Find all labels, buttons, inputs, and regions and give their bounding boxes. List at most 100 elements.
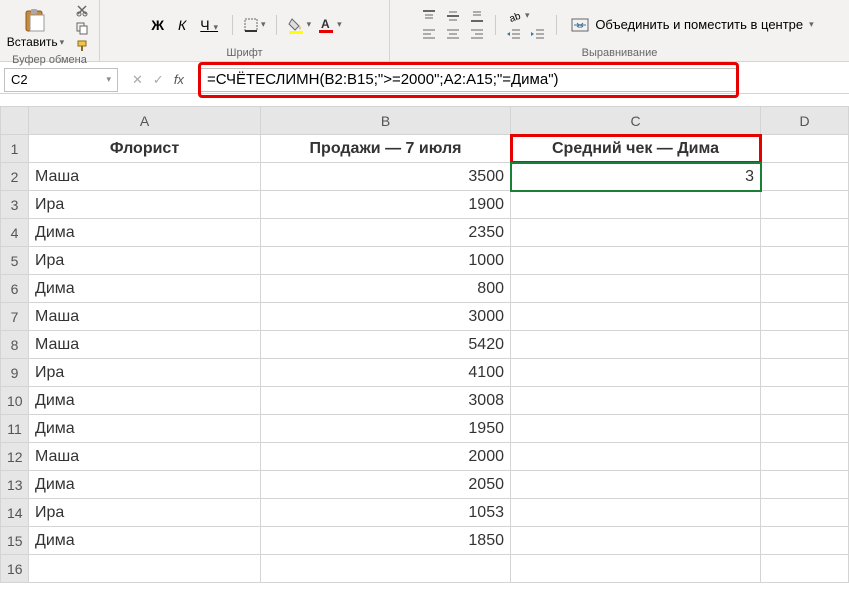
cell[interactable] bbox=[761, 219, 849, 247]
col-header-B[interactable]: B bbox=[261, 107, 511, 135]
cell[interactable]: Маша bbox=[29, 331, 261, 359]
cell[interactable] bbox=[761, 359, 849, 387]
indent-decrease-button[interactable] bbox=[504, 26, 524, 42]
row-header[interactable]: 7 bbox=[1, 303, 29, 331]
align-center-button[interactable] bbox=[443, 26, 463, 42]
cell[interactable] bbox=[511, 275, 761, 303]
cell[interactable] bbox=[511, 191, 761, 219]
grid[interactable]: A B C D 1ФлористПродажи — 7 июляСредний … bbox=[0, 106, 849, 583]
cell[interactable] bbox=[761, 387, 849, 415]
align-top-button[interactable] bbox=[419, 8, 439, 24]
cell[interactable] bbox=[29, 555, 261, 583]
indent-increase-button[interactable] bbox=[528, 26, 548, 42]
cell[interactable]: Дима bbox=[29, 471, 261, 499]
col-header-D[interactable]: D bbox=[761, 107, 849, 135]
cell[interactable] bbox=[761, 555, 849, 583]
cell[interactable]: 4100 bbox=[261, 359, 511, 387]
row-header[interactable]: 10 bbox=[1, 387, 29, 415]
cell[interactable] bbox=[511, 387, 761, 415]
cell[interactable]: 2350 bbox=[261, 219, 511, 247]
cell[interactable]: 1000 bbox=[261, 247, 511, 275]
accept-formula-button[interactable]: ✓ bbox=[153, 72, 164, 88]
cell[interactable] bbox=[511, 359, 761, 387]
cell[interactable] bbox=[761, 163, 849, 191]
cell[interactable] bbox=[511, 555, 761, 583]
row-header[interactable]: 3 bbox=[1, 191, 29, 219]
name-box[interactable]: C2 ▾ bbox=[4, 68, 118, 92]
cell[interactable]: Дима bbox=[29, 275, 261, 303]
cell[interactable]: Маша bbox=[29, 163, 261, 191]
cell[interactable] bbox=[511, 303, 761, 331]
cell[interactable]: Маша bbox=[29, 443, 261, 471]
row-header[interactable]: 2 bbox=[1, 163, 29, 191]
cell[interactable] bbox=[761, 191, 849, 219]
cell[interactable]: 2000 bbox=[261, 443, 511, 471]
cell[interactable]: Ира bbox=[29, 191, 261, 219]
cell[interactable]: Ира bbox=[29, 247, 261, 275]
cell[interactable]: Средний чек — Дима bbox=[511, 135, 761, 163]
merge-center-button[interactable]: a Объединить и поместить в центре ▾ bbox=[565, 17, 819, 33]
row-header[interactable]: 12 bbox=[1, 443, 29, 471]
align-left-button[interactable] bbox=[419, 26, 439, 42]
cell[interactable] bbox=[511, 499, 761, 527]
cell[interactable]: 2050 bbox=[261, 471, 511, 499]
cell[interactable]: 5420 bbox=[261, 331, 511, 359]
cell[interactable]: Дима bbox=[29, 219, 261, 247]
row-header[interactable]: 8 bbox=[1, 331, 29, 359]
cell[interactable]: 3008 bbox=[261, 387, 511, 415]
row-header[interactable]: 14 bbox=[1, 499, 29, 527]
cell[interactable] bbox=[511, 331, 761, 359]
cell[interactable] bbox=[761, 527, 849, 555]
paste-button[interactable]: Вставить ▾ bbox=[7, 7, 64, 49]
cell[interactable] bbox=[761, 471, 849, 499]
copy-button[interactable] bbox=[72, 20, 92, 36]
cell[interactable] bbox=[261, 555, 511, 583]
row-header[interactable]: 6 bbox=[1, 275, 29, 303]
cancel-formula-button[interactable]: ✕ bbox=[132, 72, 143, 88]
cell[interactable]: 800 bbox=[261, 275, 511, 303]
select-all-corner[interactable] bbox=[1, 107, 29, 135]
cell[interactable]: Маша bbox=[29, 303, 261, 331]
row-header[interactable]: 5 bbox=[1, 247, 29, 275]
cell[interactable]: Дима bbox=[29, 387, 261, 415]
cell[interactable]: Дима bbox=[29, 415, 261, 443]
cell[interactable] bbox=[511, 443, 761, 471]
cell[interactable] bbox=[761, 303, 849, 331]
cell[interactable] bbox=[511, 415, 761, 443]
cell[interactable] bbox=[761, 331, 849, 359]
col-header-C[interactable]: C bbox=[511, 107, 761, 135]
cut-button[interactable] bbox=[72, 2, 92, 18]
cell[interactable] bbox=[511, 471, 761, 499]
borders-button[interactable]: ▾ bbox=[243, 17, 266, 33]
cell[interactable] bbox=[511, 219, 761, 247]
format-painter-button[interactable] bbox=[72, 38, 92, 54]
align-right-button[interactable] bbox=[467, 26, 487, 42]
cell[interactable] bbox=[761, 275, 849, 303]
cell[interactable]: 3500 bbox=[261, 163, 511, 191]
row-header[interactable]: 16 bbox=[1, 555, 29, 583]
cell[interactable] bbox=[511, 527, 761, 555]
row-header[interactable]: 11 bbox=[1, 415, 29, 443]
orientation-button[interactable]: ab ▾ bbox=[504, 8, 532, 24]
cell[interactable]: 1053 bbox=[261, 499, 511, 527]
cell[interactable] bbox=[511, 247, 761, 275]
row-header[interactable]: 15 bbox=[1, 527, 29, 555]
cell[interactable] bbox=[761, 247, 849, 275]
formula-input[interactable] bbox=[198, 68, 739, 92]
align-bottom-button[interactable] bbox=[467, 8, 487, 24]
cell[interactable]: Продажи — 7 июля bbox=[261, 135, 511, 163]
row-header[interactable]: 13 bbox=[1, 471, 29, 499]
cell[interactable]: Ира bbox=[29, 499, 261, 527]
cell[interactable]: 3 bbox=[511, 163, 761, 191]
italic-button[interactable]: К bbox=[174, 15, 190, 35]
row-header[interactable]: 1 bbox=[1, 135, 29, 163]
cell[interactable]: 1950 bbox=[261, 415, 511, 443]
bold-button[interactable]: Ж bbox=[147, 15, 168, 35]
cell[interactable]: Дима bbox=[29, 527, 261, 555]
font-color-button[interactable]: A ▾ bbox=[317, 16, 342, 34]
col-header-A[interactable]: A bbox=[29, 107, 261, 135]
fx-label[interactable]: fx bbox=[174, 72, 184, 87]
cell[interactable] bbox=[761, 499, 849, 527]
row-header[interactable]: 9 bbox=[1, 359, 29, 387]
cell[interactable]: Флорист bbox=[29, 135, 261, 163]
